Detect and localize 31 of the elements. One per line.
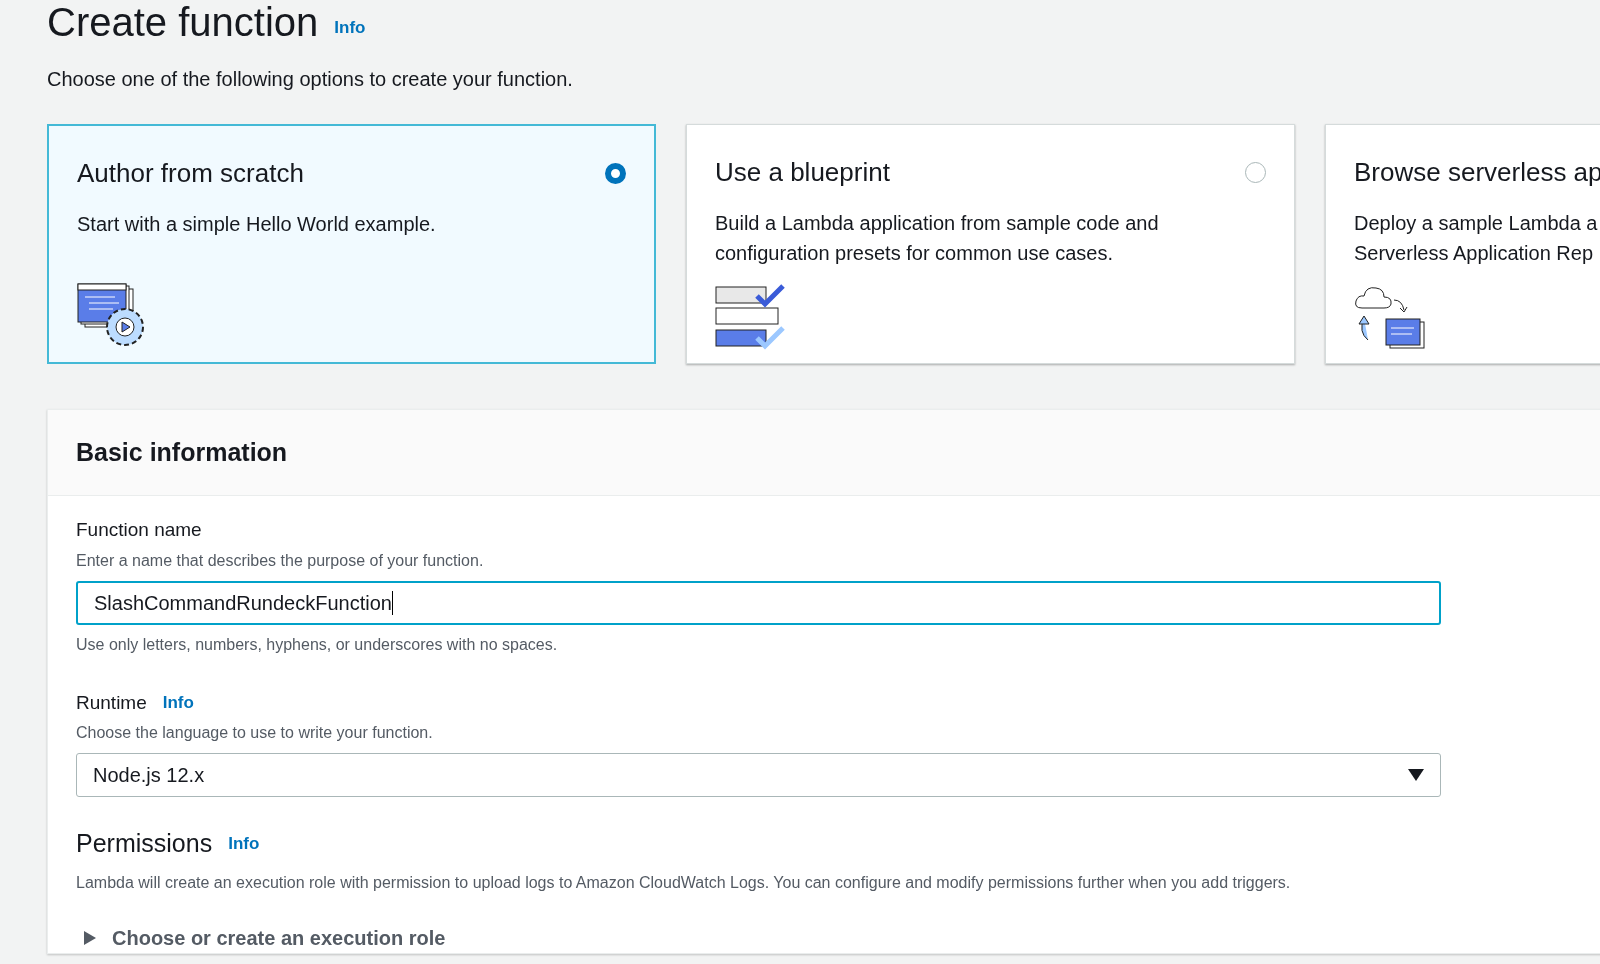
section-title: Basic information: [76, 436, 288, 468]
radio-button[interactable]: [605, 163, 626, 184]
info-link[interactable]: Info: [162, 690, 194, 716]
field-description: Enter a name that describes the purpose of your function.: [76, 550, 485, 571]
info-link[interactable]: Info: [228, 831, 260, 857]
option-title: Use a blueprint: [715, 156, 890, 189]
page-subtitle: Choose one of the following options to create your function.: [47, 67, 574, 92]
dropdown-caret-icon: [1408, 769, 1424, 781]
option-description: Build a Lambda application from sample code and: [715, 211, 1160, 236]
field-label: Runtime: [76, 690, 147, 715]
option-description: Serverless Application Rep: [1354, 241, 1594, 266]
execution-role-expander[interactable]: Choose or create an execution role: [84, 922, 446, 953]
option-card[interactable]: Use a blueprint Build a Lambda application from sample code and configuration presets for common use cases.: [686, 124, 1295, 364]
runtime-select[interactable]: Node.js 12.x: [76, 753, 1441, 797]
caret-icon: [84, 930, 96, 945]
function-name-field[interactable]: SlashCommandRundeckFunction: [76, 580, 1441, 625]
page-title: Create function: [47, 0, 319, 44]
field-constraint: Use only letters, numbers, hyphens, or underscores with no spaces.: [76, 634, 559, 655]
section-label: Permissions: [76, 828, 213, 859]
info-link[interactable]: Info: [334, 14, 366, 40]
field-description: Choose the language to use to write your function.: [76, 723, 434, 743]
option-title: Author from scratch: [77, 157, 304, 190]
radio-button[interactable]: [1245, 162, 1266, 183]
option-description: configuration presets for common use cases.: [715, 241, 1114, 266]
section-description: Lambda will create an execution role with permission to upload logs to Amazon CloudWatch Logs. You can configure and modify permissions further when you add triggers.: [76, 872, 1292, 893]
field-label: Function name: [76, 518, 203, 542]
option-card[interactable]: Author from scratch Start with a simple Hello World example.: [47, 124, 656, 364]
checklist-icon: [715, 284, 787, 350]
option-description: Start with a simple Hello World example.: [77, 212, 437, 237]
cloud-sync-icon: [1354, 284, 1426, 350]
option-description: Deploy a sample Lambda a: [1354, 211, 1599, 236]
